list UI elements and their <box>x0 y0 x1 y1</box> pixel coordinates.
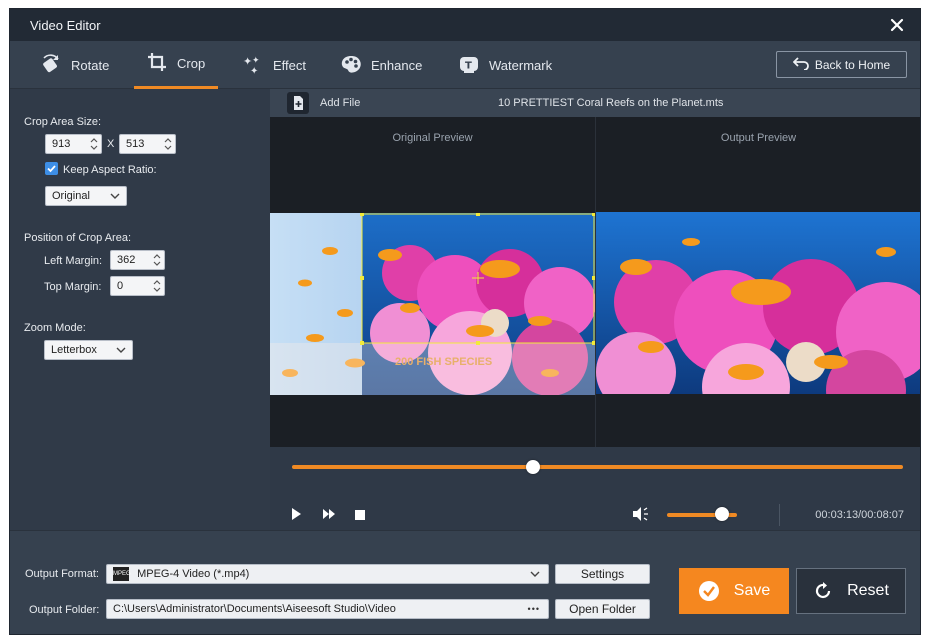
tab-rotate[interactable]: Rotate <box>28 41 121 89</box>
open-folder-button[interactable]: Open Folder <box>555 599 650 619</box>
file-bar: Add File 10 PRETTIEST Coral Reefs on the… <box>270 89 920 117</box>
output-video-frame <box>596 212 920 394</box>
save-button[interactable]: Save <box>679 568 789 614</box>
tab-rotate-label: Rotate <box>71 57 110 73</box>
crop-icon <box>146 51 168 76</box>
playback-time: 00:03:13/00:08:07 <box>815 509 904 521</box>
back-arrow-icon <box>792 56 809 73</box>
browse-dots-button[interactable]: ••• <box>528 600 540 618</box>
tab-crop-label: Crop <box>177 56 206 71</box>
original-video-frame: 200 FISH SPECIES <box>270 213 595 395</box>
top-margin-value: 0 <box>117 280 124 292</box>
chevron-down-icon <box>110 193 120 199</box>
spin-arrows-icon[interactable] <box>164 136 172 152</box>
output-format-select[interactable]: MPEG MPEG-4 Video (*.mp4) <box>106 564 549 584</box>
original-preview-label: Original Preview <box>392 132 473 144</box>
chevron-down-icon <box>530 571 540 577</box>
enhance-icon <box>340 53 362 78</box>
spin-arrows-icon[interactable] <box>153 278 161 294</box>
tab-watermark-label: Watermark <box>489 57 553 73</box>
close-icon[interactable] <box>886 14 908 36</box>
svg-text:✦: ✦ <box>250 66 258 75</box>
file-name: 10 PRETTIEST Coral Reefs on the Planet.m… <box>498 97 724 109</box>
spin-arrows-icon[interactable] <box>90 136 98 152</box>
tab-watermark[interactable]: T Watermark <box>446 41 564 89</box>
aspect-ratio-select[interactable]: Original <box>45 186 127 206</box>
fast-forward-icon[interactable] <box>322 508 336 523</box>
left-margin-input[interactable]: 362 <box>110 250 165 270</box>
player-controls: 00:03:13/00:08:07 <box>270 447 920 530</box>
tab-bar: Rotate Crop ✦ ✦ ✦ Effect Enhance T Waterma… <box>10 41 920 89</box>
crop-width-input[interactable]: 913 <box>45 134 102 154</box>
tab-effect[interactable]: ✦ ✦ ✦ Effect <box>230 41 318 89</box>
left-margin-value: 362 <box>117 254 136 266</box>
video-editor-window: Video Editor Rotate Crop ✦ ✦ ✦ Effect En… <box>9 8 921 635</box>
crop-width-value: 913 <box>52 138 71 150</box>
output-preview-label: Output Preview <box>720 132 797 144</box>
progress-slider[interactable] <box>292 465 903 469</box>
output-folder-label: Output Folder: <box>29 604 100 616</box>
tab-enhance[interactable]: Enhance <box>328 41 434 89</box>
output-format-label: Output Format: <box>25 568 99 580</box>
controls-divider <box>779 504 780 526</box>
volume-knob[interactable] <box>714 507 729 521</box>
effect-icon: ✦ ✦ ✦ <box>242 53 264 78</box>
frame-overlay-text: 200 FISH SPECIES <box>395 356 492 368</box>
check-circle-icon <box>698 581 719 601</box>
top-margin-label: Top Margin: <box>44 281 102 293</box>
back-to-home-button[interactable]: Back to Home <box>776 51 907 78</box>
title-bar: Video Editor <box>10 9 920 41</box>
tab-enhance-label: Enhance <box>371 57 423 73</box>
volume-icon[interactable] <box>632 506 650 525</box>
zoom-mode-value: Letterbox <box>51 344 97 356</box>
spin-arrows-icon[interactable] <box>153 252 161 268</box>
rotate-icon <box>40 53 62 78</box>
output-folder-field[interactable]: C:\Users\Administrator\Documents\Aiseeso… <box>106 599 549 619</box>
crop-size-separator: X <box>107 138 115 150</box>
window-title: Video Editor <box>30 18 101 33</box>
crop-area-size-label: Crop Area Size: <box>24 116 102 128</box>
reset-button[interactable]: Reset <box>796 568 906 614</box>
settings-button[interactable]: Settings <box>555 564 650 584</box>
svg-text:✦: ✦ <box>252 56 260 66</box>
stop-icon[interactable] <box>355 509 365 523</box>
aspect-ratio-value: Original <box>52 190 90 202</box>
zoom-mode-label: Zoom Mode: <box>24 322 86 334</box>
watermark-icon: T <box>458 53 480 78</box>
zoom-mode-select[interactable]: Letterbox <box>44 340 133 360</box>
svg-text:T: T <box>465 60 472 71</box>
progress-knob[interactable] <box>526 460 541 474</box>
chevron-down-icon <box>116 347 126 353</box>
save-label: Save <box>733 582 771 599</box>
reset-label: Reset <box>847 582 889 599</box>
output-folder-value: C:\Users\Administrator\Documents\Aiseeso… <box>113 603 396 615</box>
output-panel: Output Format: MPEG MPEG-4 Video (*.mp4)… <box>10 530 920 634</box>
back-to-home-label: Back to Home <box>814 57 891 72</box>
crop-height-input[interactable]: 513 <box>119 134 176 154</box>
output-format-value: MPEG-4 Video (*.mp4) <box>137 568 250 580</box>
left-margin-label: Left Margin: <box>44 255 103 267</box>
add-file-icon[interactable] <box>287 92 309 114</box>
video-format-icon: MPEG <box>113 567 131 582</box>
keep-aspect-label: Keep Aspect Ratio: <box>63 164 157 176</box>
original-preview: Original Preview 200 FISH SPECIES <box>270 117 595 447</box>
add-file-button[interactable]: Add File <box>320 97 360 109</box>
checkmark-icon <box>47 165 56 173</box>
top-margin-input[interactable]: 0 <box>110 276 165 296</box>
tab-crop[interactable]: Crop <box>134 41 218 89</box>
tab-effect-label: Effect <box>273 57 307 73</box>
crop-settings-panel: Crop Area Size: 913 X 513 Keep Aspect Ra… <box>10 89 270 530</box>
preview-area: Original Preview 200 FISH SPECIES Output… <box>270 117 920 447</box>
crop-height-value: 513 <box>126 138 145 150</box>
crop-position-label: Position of Crop Area: <box>24 232 132 244</box>
play-icon[interactable] <box>290 507 302 524</box>
output-preview: Output Preview <box>596 117 920 447</box>
keep-aspect-checkbox[interactable] <box>45 162 58 175</box>
reset-icon <box>816 582 831 599</box>
